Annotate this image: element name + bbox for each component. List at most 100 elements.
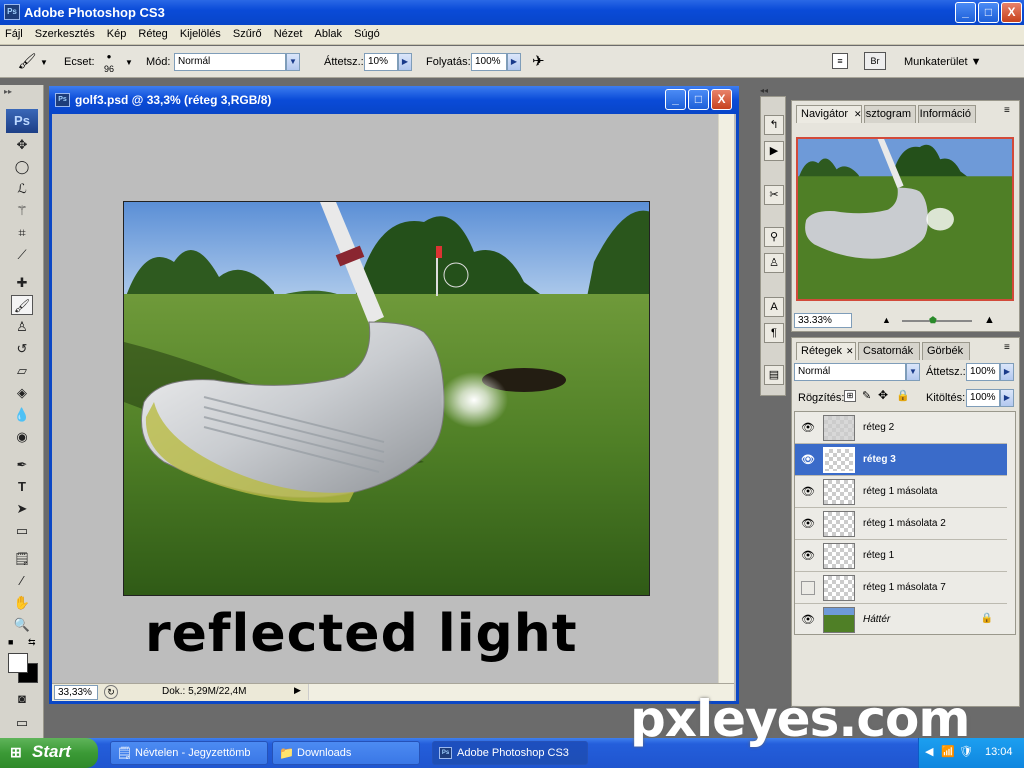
blur-tool-icon[interactable]: 💧 [11, 405, 33, 425]
zoom-in-icon[interactable]: ▲ [984, 314, 995, 326]
blend-mode-select[interactable]: Normál [794, 363, 906, 381]
layer-row[interactable]: 👁 réteg 2 [795, 412, 1007, 444]
lock-transparency-icon[interactable]: ⊞ [844, 390, 856, 402]
layers-menu-icon[interactable]: ≡ [1004, 342, 1010, 353]
doc-minimize-button[interactable]: _ [665, 89, 686, 110]
slice-tool-icon[interactable]: ⟋ [11, 245, 33, 265]
pen-tool-icon[interactable]: ✒ [11, 455, 33, 475]
bridge-icon[interactable]: Br [864, 52, 886, 70]
status-menu-icon[interactable]: ↻ [104, 685, 118, 699]
brush-dropdown-icon[interactable]: ▼ [125, 58, 133, 67]
mode-select[interactable]: Normál [174, 53, 286, 71]
zoom-slider-thumb-icon[interactable]: ⬟ [929, 315, 937, 326]
flow-field[interactable]: 100% [471, 53, 507, 71]
visibility-eye-icon[interactable]: 👁 [801, 485, 815, 499]
vertical-scrollbar[interactable] [718, 114, 734, 683]
opacity-slider-icon[interactable]: ▶ [398, 53, 412, 71]
character-panel-icon[interactable]: A [764, 297, 784, 317]
visibility-eye-icon[interactable]: 👁 [801, 517, 815, 531]
visibility-eye-icon[interactable]: 👁 [801, 613, 815, 627]
path-select-tool-icon[interactable]: ➤ [11, 499, 33, 519]
tab-info[interactable]: Információ [918, 105, 976, 123]
zoom-field[interactable]: 33,33% [54, 685, 98, 700]
layers-close-icon[interactable]: ✕ [846, 346, 854, 357]
layer-comps-icon[interactable]: ▤ [764, 365, 784, 385]
brushes-panel-icon[interactable]: ⚲ [764, 227, 784, 247]
workspace-menu[interactable]: Munkaterület ▼ [904, 56, 982, 68]
eraser-tool-icon[interactable]: ▱ [11, 361, 33, 381]
menu-view[interactable]: Nézet [269, 25, 307, 40]
lasso-tool-icon[interactable]: ℒ [11, 179, 33, 199]
menu-image[interactable]: Kép [102, 25, 131, 40]
clone-stamp-tool-icon[interactable]: ♙ [11, 317, 33, 337]
taskbar-item-downloads[interactable]: 📁 Downloads [272, 741, 420, 765]
flow-slider-icon[interactable]: ▶ [507, 53, 521, 71]
status-arrow-icon[interactable]: ▶ [294, 685, 301, 696]
dodge-tool-icon[interactable]: ◉ [11, 427, 33, 447]
tool-presets-icon[interactable]: ✂ [764, 185, 784, 205]
visibility-eye-icon[interactable]: 👁 [801, 453, 815, 467]
layer-row[interactable]: réteg 1 másolata 7 [795, 572, 1007, 604]
hand-tool-icon[interactable]: ✋ [11, 593, 33, 613]
brush-dot-icon[interactable]: ● [102, 52, 116, 62]
tab-channels[interactable]: Csatornák [858, 342, 920, 360]
layer-row[interactable]: 👁 réteg 1 másolata [795, 476, 1007, 508]
lock-position-icon[interactable]: ✥ [878, 388, 888, 402]
layer-row-background[interactable]: 👁 Háttér 🔒 [795, 604, 1007, 634]
layer-row[interactable]: 👁 réteg 1 [795, 540, 1007, 572]
fill-field[interactable]: 100% [966, 389, 1000, 407]
close-button[interactable]: X [1001, 2, 1022, 23]
marquee-tool-icon[interactable]: ◯ [11, 157, 33, 177]
fill-arrow-icon[interactable]: ▶ [1000, 389, 1014, 407]
start-button[interactable]: ⊞ Start [0, 738, 98, 768]
quick-mask-icon[interactable]: ◙ [11, 689, 33, 709]
dock-collapse-icon[interactable]: ◂◂ [760, 86, 768, 95]
crop-tool-icon[interactable]: ⌗ [11, 223, 33, 243]
menu-file[interactable]: Fájl [0, 25, 27, 40]
swap-colors-icon[interactable]: ⇆ [28, 637, 36, 648]
lock-all-icon[interactable]: 🔒 [896, 389, 910, 402]
zoom-slider[interactable] [902, 320, 972, 322]
menu-filter[interactable]: Szűrő [228, 25, 266, 40]
paint-bucket-tool-icon[interactable]: ◈ [11, 383, 33, 403]
tab-navigator[interactable]: Navigátor [796, 105, 862, 123]
layer-opacity-arrow-icon[interactable]: ▶ [1000, 363, 1014, 381]
lock-pixels-icon[interactable]: ✎ [862, 389, 871, 402]
brush-preset-icon[interactable]: 🖌 [16, 52, 38, 72]
airbrush-icon[interactable]: ✈ [532, 52, 545, 70]
tab-curves[interactable]: Görbék [922, 342, 970, 360]
layer-row-selected[interactable]: 👁 réteg 3 [795, 444, 1007, 476]
navigator-close-icon[interactable]: ✕ [854, 109, 862, 120]
menu-window[interactable]: Ablak [310, 25, 347, 40]
navigator-zoom-field[interactable]: 33.33% [794, 313, 852, 328]
menu-select[interactable]: Kijelölés [175, 25, 225, 40]
taskbar-item-photoshop[interactable]: Ps Adobe Photoshop CS3 [432, 741, 588, 765]
layer-row[interactable]: 👁 réteg 1 másolata 2 [795, 508, 1007, 540]
maximize-button[interactable]: □ [978, 2, 999, 23]
foreground-color-swatch[interactable] [8, 653, 28, 673]
mode-dropdown-icon[interactable]: ▼ [286, 53, 300, 71]
magic-wand-tool-icon[interactable]: ⚚ [11, 201, 33, 221]
healing-tool-icon[interactable]: ✚ [11, 273, 33, 293]
default-colors-icon[interactable]: ■ [8, 637, 13, 647]
tab-histogram[interactable]: Hisztogram [864, 105, 916, 123]
doc-close-button[interactable]: X [711, 89, 732, 110]
menu-edit[interactable]: Szerkesztés [30, 25, 99, 40]
brush-tool-icon[interactable]: 🖌 [11, 295, 33, 315]
minimize-button[interactable]: _ [955, 2, 976, 23]
palette-well-icon[interactable]: ≡ [832, 53, 848, 69]
move-tool-icon[interactable]: ✥ [11, 135, 33, 155]
opacity-field[interactable]: 10% [364, 53, 398, 71]
visibility-eye-icon[interactable]: 👁 [801, 549, 815, 563]
actions-panel-icon[interactable]: ▶ [764, 141, 784, 161]
notes-tool-icon[interactable]: 🗒 [11, 549, 33, 569]
clock[interactable]: 13:04 [985, 746, 1013, 758]
taskbar-item-notepad[interactable]: 🗒 Névtelen - Jegyzettömb [110, 741, 268, 765]
visibility-eye-icon[interactable]: 👁 [801, 421, 815, 435]
history-panel-icon[interactable]: ↰ [764, 115, 784, 135]
menu-layer[interactable]: Réteg [133, 25, 171, 40]
clone-source-icon[interactable]: ♙ [764, 253, 784, 273]
navigator-menu-icon[interactable]: ≡ [1004, 105, 1010, 116]
navigator-preview[interactable] [796, 137, 1014, 301]
eyedropper-tool-icon[interactable]: ⁄ [11, 571, 33, 591]
